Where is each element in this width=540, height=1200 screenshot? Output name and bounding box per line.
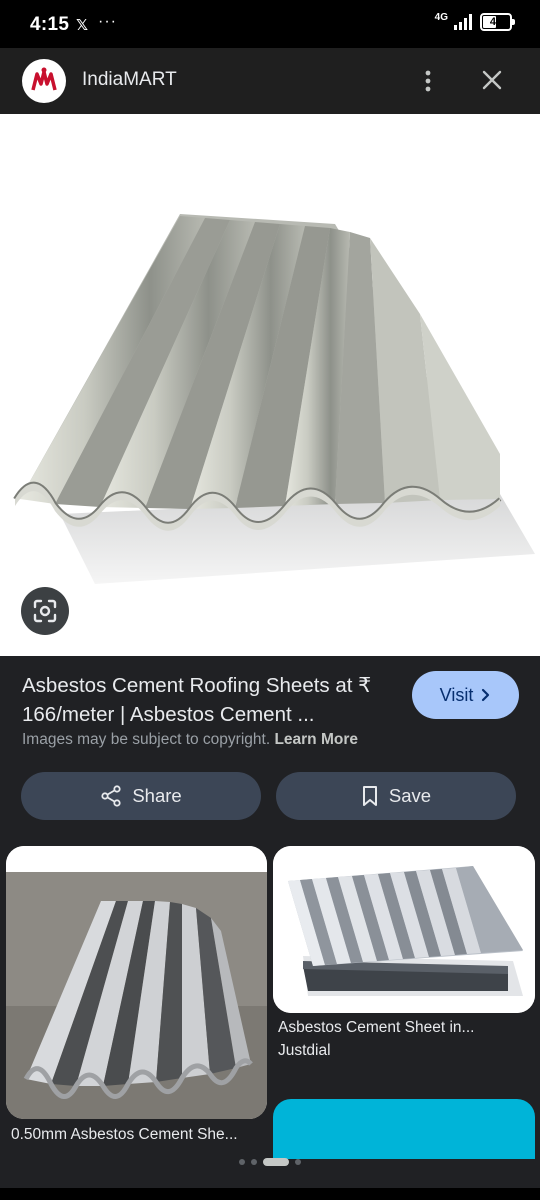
lens-icon (33, 599, 57, 623)
learn-more-link[interactable]: Learn More (274, 731, 358, 748)
chevron-right-icon (482, 688, 490, 702)
share-icon (101, 785, 121, 807)
bookmark-icon (362, 786, 377, 806)
save-label: Save (388, 785, 432, 806)
status-indicators: 4G 48 (434, 11, 515, 31)
result-title[interactable]: Asbestos Cement Roofing Sheets at ₹ 166/… (22, 671, 400, 729)
related-image-grey-sheets (6, 846, 267, 1119)
battery-icon: 48 (480, 13, 515, 31)
status-bar: 4:15 𝕏 ··· 4G 48 (0, 0, 540, 48)
more-vert-icon[interactable] (416, 66, 440, 96)
save-button[interactable]: Save (276, 772, 516, 820)
result-info-panel: Asbestos Cement Roofing Sheets at ₹ 166/… (0, 656, 540, 1200)
status-time: 4:15 (30, 14, 70, 35)
battery-level: 48 (489, 16, 503, 28)
pager-dot[interactable] (295, 1159, 301, 1165)
related-image-sheet-stack (273, 846, 535, 1013)
related-card-0.50mm-sheet[interactable] (6, 846, 267, 1119)
copyright-notice: Images may be subject to copyright. Lear… (22, 731, 358, 749)
carousel-pager (0, 1152, 540, 1172)
copyright-text: Images may be subject to copyright. (22, 731, 271, 748)
signal-icon (454, 14, 472, 30)
main-image-corrugated-sheet[interactable] (0, 114, 540, 656)
related-source-1: Justdial (278, 1042, 331, 1059)
visit-label: Visit (439, 684, 474, 705)
related-card-justdial[interactable] (273, 846, 535, 1013)
gesture-bar (0, 1188, 540, 1200)
pager-dot-active[interactable] (263, 1158, 289, 1166)
x-app-icon: 𝕏 (76, 17, 89, 34)
related-caption-1[interactable]: Asbestos Cement Sheet in... (278, 1019, 535, 1037)
more-notifications-icon: ··· (98, 13, 117, 30)
close-icon[interactable] (478, 66, 506, 94)
network-type: 4G (434, 11, 448, 23)
share-label: Share (132, 785, 182, 806)
viewer-header: IndiaMART (0, 48, 540, 114)
visit-button[interactable]: Visit (412, 671, 519, 719)
share-button[interactable]: Share (21, 772, 261, 820)
site-name[interactable]: IndiaMART (82, 69, 177, 91)
pager-dot[interactable] (239, 1159, 245, 1165)
related-caption-0[interactable]: 0.50mm Asbestos Cement She... (11, 1126, 267, 1144)
lens-search-button[interactable] (21, 587, 69, 635)
pager-dot[interactable] (251, 1159, 257, 1165)
related-card-teal[interactable] (273, 1099, 535, 1159)
indiamart-logo-icon[interactable] (22, 59, 66, 103)
